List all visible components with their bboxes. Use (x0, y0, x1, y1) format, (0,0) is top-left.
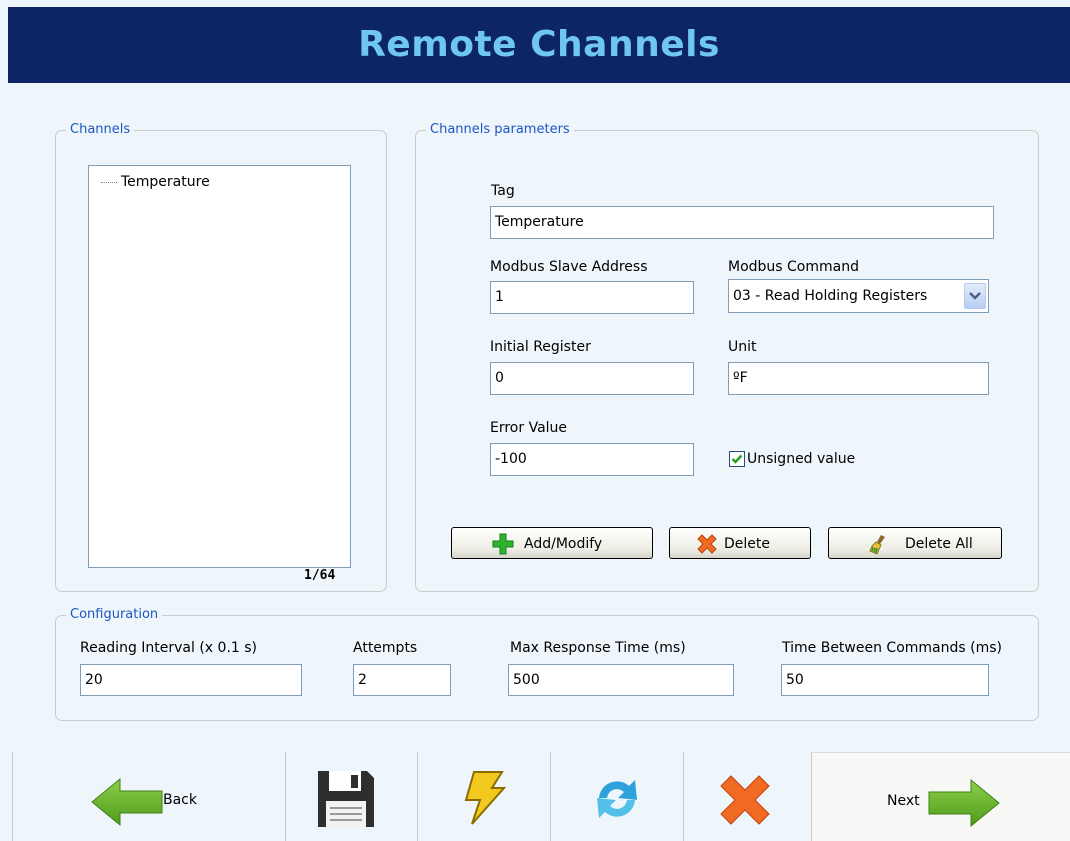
plus-icon (492, 533, 514, 555)
reading-interval-label: Reading Interval (x 0.1 s) (80, 640, 258, 656)
delete-all-label: Delete All (905, 536, 973, 552)
time-between-commands-label: Time Between Commands (ms) (782, 640, 1002, 656)
lightning-icon (464, 771, 507, 825)
refresh-button[interactable] (551, 752, 683, 841)
attempts-field[interactable]: 2 (353, 664, 451, 696)
error-value-label: Error Value (490, 420, 568, 436)
delete-button[interactable]: Delete (669, 527, 811, 559)
tree-item-temperature[interactable]: Temperature (101, 174, 210, 190)
cancel-button[interactable] (684, 752, 811, 841)
next-button[interactable]: Next (811, 752, 1070, 841)
refresh-icon (597, 780, 637, 818)
max-response-time-label: Max Response Time (ms) (510, 640, 686, 656)
broom-icon (869, 535, 885, 555)
delete-label: Delete (724, 536, 770, 552)
lightning-button[interactable] (418, 752, 550, 841)
unsigned-value-label[interactable]: Unsigned value (747, 451, 855, 467)
checkmark-icon (731, 454, 743, 464)
configuration-legend: Configuration (66, 607, 163, 623)
delete-all-button[interactable]: Delete All (828, 527, 1002, 559)
tag-field[interactable]: Temperature (490, 206, 994, 239)
slave-address-label: Modbus Slave Address (490, 259, 648, 275)
tree-connector (101, 181, 117, 183)
unsigned-value-checkbox[interactable] (729, 451, 745, 467)
channel-tree[interactable]: Temperature (88, 165, 351, 568)
save-button[interactable] (286, 752, 417, 841)
channel-parameters-legend: Channels parameters (426, 122, 574, 138)
modbus-command-value: 03 - Read Holding Registers (733, 288, 928, 304)
unit-label: Unit (728, 339, 757, 355)
error-value-field[interactable]: -100 (490, 443, 694, 476)
max-response-time-field[interactable]: 500 (508, 664, 734, 696)
reading-interval-field[interactable]: 20 (80, 664, 302, 696)
channel-parameters-group (415, 130, 1039, 592)
modbus-command-select[interactable]: 03 - Read Holding Registers (728, 279, 989, 313)
close-icon (720, 775, 770, 825)
add-modify-button[interactable]: Add/Modify (451, 527, 653, 559)
attempts-label: Attempts (353, 640, 418, 656)
modbus-command-label: Modbus Command (728, 259, 859, 275)
save-icon (318, 771, 374, 827)
initial-register-label: Initial Register (490, 339, 591, 355)
channel-counter: 1/64 (304, 568, 336, 583)
unit-field[interactable]: ºF (728, 362, 989, 395)
channels-legend: Channels (66, 122, 135, 138)
slave-address-field[interactable]: 1 (490, 281, 694, 314)
tag-label: Tag (491, 183, 515, 199)
title-bar: Remote Channels (8, 7, 1070, 83)
chevron-down-icon[interactable] (964, 283, 986, 309)
next-arrow-icon (928, 778, 1000, 828)
back-label: Back (163, 792, 197, 808)
page-title: Remote Channels (358, 24, 720, 65)
next-label: Next (887, 793, 920, 809)
time-between-commands-field[interactable]: 50 (781, 664, 989, 696)
delete-icon (697, 534, 717, 554)
back-arrow-icon (91, 777, 163, 827)
back-button[interactable]: Back (13, 752, 285, 841)
initial-register-field[interactable]: 0 (490, 362, 694, 395)
add-modify-label: Add/Modify (524, 536, 603, 552)
tree-item-label: Temperature (121, 174, 210, 190)
